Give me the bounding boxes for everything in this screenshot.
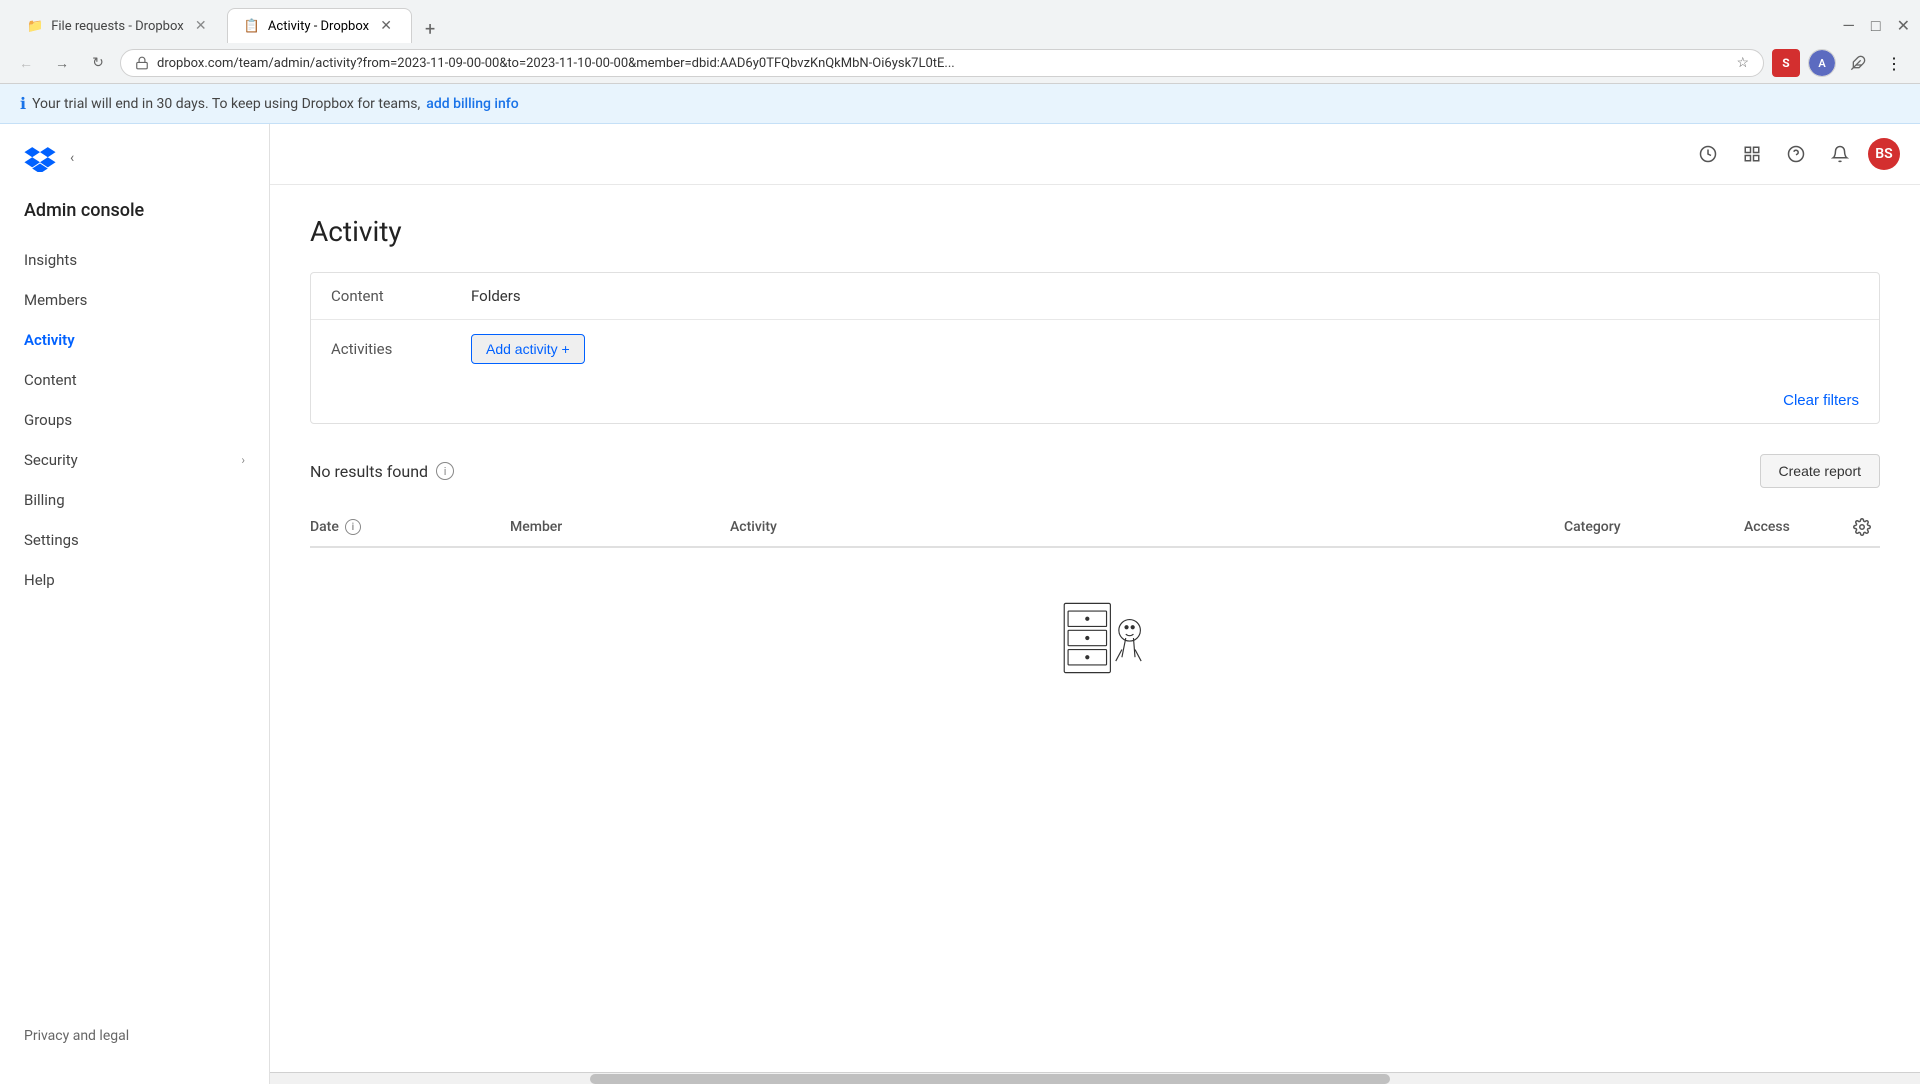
- sidebar: ‹ Admin console Insights Members Activit…: [0, 124, 270, 1084]
- col-activity: Activity: [730, 519, 1564, 535]
- profile-icon[interactable]: A: [1808, 49, 1836, 77]
- sidebar-collapse-button[interactable]: ‹: [70, 150, 74, 166]
- page-content: Activity Content Folders Activities Add …: [270, 185, 1920, 1072]
- extensions-puzzle-icon[interactable]: [1844, 49, 1872, 77]
- results-title: No results found i: [310, 462, 454, 481]
- no-results-text: No results found: [310, 462, 428, 481]
- trial-banner-text: Your trial will end in 30 days. To keep …: [32, 96, 420, 112]
- user-avatar[interactable]: BS: [1868, 138, 1900, 170]
- browser-tab-1[interactable]: 📁 File requests - Dropbox ✕: [10, 8, 227, 43]
- date-info-icon[interactable]: i: [345, 519, 361, 535]
- help-circle-icon[interactable]: [1780, 138, 1812, 170]
- page-title: Activity: [310, 215, 1880, 248]
- add-activity-button[interactable]: Add activity +: [471, 334, 585, 364]
- sidebar-item-members[interactable]: Members: [0, 281, 269, 319]
- col-access: Access: [1744, 519, 1844, 535]
- reload-button[interactable]: ↻: [84, 49, 112, 77]
- tab1-favicon: 📁: [27, 19, 43, 34]
- back-button[interactable]: ←: [12, 49, 40, 77]
- sidebar-nav: Insights Members Activity Content Groups…: [0, 241, 269, 1008]
- browser-tabs: 📁 File requests - Dropbox ✕ 📋 Activity -…: [10, 8, 444, 43]
- browser-toolbar: ← → ↻ dropbox.com/team/admin/activity?fr…: [0, 43, 1920, 83]
- bell-icon[interactable]: [1824, 138, 1856, 170]
- scrollbar-track: [270, 1073, 1920, 1084]
- address-bar[interactable]: dropbox.com/team/admin/activity?from=202…: [120, 49, 1764, 77]
- trial-banner: ℹ Your trial will end in 30 days. To kee…: [0, 84, 1920, 124]
- create-report-button[interactable]: Create report: [1760, 454, 1880, 488]
- col-category: Category: [1564, 519, 1744, 535]
- tab1-label: File requests - Dropbox: [51, 19, 184, 34]
- toolbar-icons: S A ⋮: [1772, 49, 1908, 77]
- empty-illustration: [1015, 588, 1175, 688]
- clear-filters-row: Clear filters: [311, 378, 1879, 423]
- app-layout: ‹ Admin console Insights Members Activit…: [0, 124, 1920, 1084]
- filter-section: Content Folders Activities Add activity …: [310, 272, 1880, 424]
- browser-chrome: 📁 File requests - Dropbox ✕ 📋 Activity -…: [0, 0, 1920, 84]
- sidebar-item-activity[interactable]: Activity: [0, 321, 269, 359]
- browser-tab-2[interactable]: 📋 Activity - Dropbox ✕: [227, 8, 412, 43]
- table-settings-icon[interactable]: [1844, 518, 1880, 536]
- content-filter-value: Folders: [471, 287, 1859, 305]
- window-controls: — □ ✕: [1842, 16, 1910, 36]
- results-info-icon[interactable]: i: [436, 462, 454, 480]
- sidebar-item-help[interactable]: Help: [0, 561, 269, 599]
- sidebar-item-groups[interactable]: Groups: [0, 401, 269, 439]
- members-label: Members: [24, 291, 87, 309]
- content-filter-row: Content Folders: [311, 273, 1879, 320]
- table-header: Date i Member Activity Category Access: [310, 508, 1880, 548]
- maximize-button[interactable]: □: [1871, 16, 1881, 36]
- activities-filter-row: Activities Add activity +: [311, 320, 1879, 378]
- empty-state: [310, 548, 1880, 728]
- scrollbar-thumb[interactable]: [590, 1074, 1390, 1084]
- content-label: Content: [24, 371, 77, 389]
- privacy-legal-link[interactable]: Privacy and legal: [0, 1008, 269, 1064]
- new-tab-button[interactable]: +: [416, 15, 444, 43]
- trial-info-icon: ℹ: [20, 94, 26, 113]
- extensions-icon[interactable]: S: [1772, 49, 1800, 77]
- grid-icon[interactable]: [1736, 138, 1768, 170]
- dropbox-logo-icon: [24, 144, 56, 172]
- col-member: Member: [510, 519, 730, 535]
- forward-button[interactable]: →: [48, 49, 76, 77]
- browser-titlebar: 📁 File requests - Dropbox ✕ 📋 Activity -…: [0, 0, 1920, 43]
- security-label: Security: [24, 451, 78, 469]
- menu-icon[interactable]: ⋮: [1880, 49, 1908, 77]
- lock-icon: [135, 56, 149, 70]
- sidebar-item-settings[interactable]: Settings: [0, 521, 269, 559]
- sidebar-item-billing[interactable]: Billing: [0, 481, 269, 519]
- billing-label: Billing: [24, 491, 65, 509]
- close-button[interactable]: ✕: [1897, 16, 1910, 35]
- col-date: Date i: [310, 519, 510, 535]
- activity-label: Activity: [24, 331, 75, 349]
- minimize-button[interactable]: —: [1842, 16, 1855, 35]
- content-filter-label: Content: [331, 287, 471, 305]
- sidebar-item-content[interactable]: Content: [0, 361, 269, 399]
- bookmark-icon[interactable]: ☆: [1736, 55, 1749, 71]
- top-bar: BS: [270, 124, 1920, 185]
- help-label: Help: [24, 571, 55, 589]
- admin-console-label: Admin console: [0, 200, 269, 241]
- sidebar-item-insights[interactable]: Insights: [0, 241, 269, 279]
- activities-filter-label: Activities: [331, 334, 471, 358]
- security-chevron-icon: ›: [241, 453, 245, 467]
- settings-label: Settings: [24, 531, 79, 549]
- insights-label: Insights: [24, 251, 77, 269]
- clock-icon[interactable]: [1692, 138, 1724, 170]
- url-text: dropbox.com/team/admin/activity?from=202…: [157, 56, 1728, 71]
- tab2-close-icon[interactable]: ✕: [377, 17, 395, 35]
- groups-label: Groups: [24, 411, 72, 429]
- sidebar-logo: ‹: [0, 144, 269, 200]
- tab1-close-icon[interactable]: ✕: [192, 17, 210, 35]
- results-header: No results found i Create report: [310, 444, 1880, 498]
- tab2-label: Activity - Dropbox: [268, 19, 369, 34]
- clear-filters-button[interactable]: Clear filters: [1783, 392, 1859, 409]
- activities-filter-content: Add activity +: [471, 334, 1859, 364]
- sidebar-item-security[interactable]: Security ›: [0, 441, 269, 479]
- main-content: BS Activity Content Folders Activities A…: [270, 124, 1920, 1084]
- add-billing-link[interactable]: add billing info: [426, 96, 518, 112]
- horizontal-scrollbar[interactable]: [270, 1072, 1920, 1084]
- tab2-favicon: 📋: [244, 19, 260, 34]
